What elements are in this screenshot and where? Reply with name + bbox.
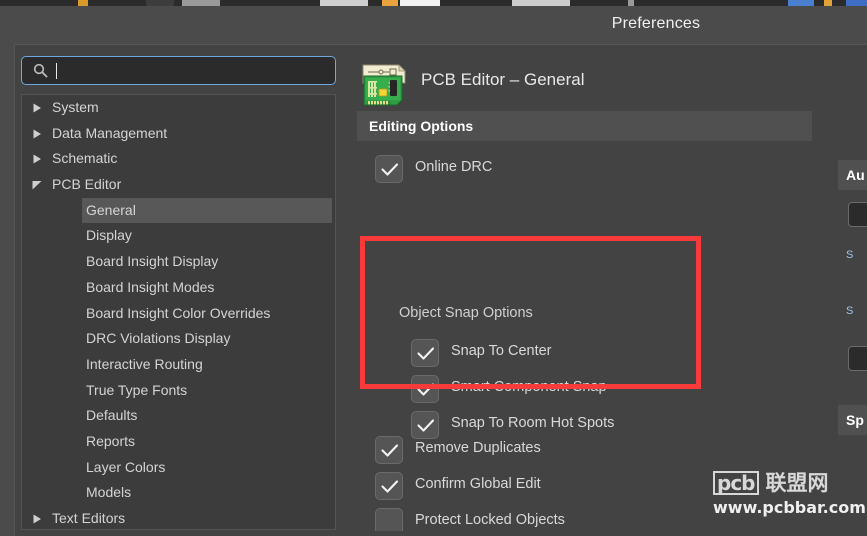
- checkbox-remove-duplicates[interactable]: [375, 436, 403, 464]
- search-input[interactable]: [55, 57, 337, 84]
- tree-item-label: PCB Editor: [52, 176, 122, 193]
- dialog-title: Preferences: [611, 15, 701, 32]
- check-icon: [381, 480, 399, 493]
- tree-item-label: Board Insight Color Overrides: [86, 304, 271, 321]
- check-icon: [381, 444, 399, 457]
- search-icon: [33, 63, 48, 78]
- tree-item-board-insight-display[interactable]: Board Insight Display: [22, 249, 335, 275]
- autopan-style-field[interactable]: [848, 202, 867, 227]
- object-snap-group-label: Object Snap Options: [399, 305, 533, 321]
- checkbox-protect-locked-objects[interactable]: [375, 508, 403, 531]
- chevron-down-icon[interactable]: [30, 172, 44, 198]
- tree-item-label: Data Management: [52, 124, 168, 141]
- page-title: PCB Editor – General: [421, 70, 585, 89]
- tree-item-label: True Type Fonts: [86, 381, 188, 398]
- tree-item-label: DRC Violations Display: [86, 330, 231, 347]
- search-box[interactable]: [21, 56, 337, 85]
- tree-item-label: Reports: [86, 432, 136, 449]
- tree-item-schematic[interactable]: Schematic: [22, 146, 335, 172]
- check-icon: [417, 383, 435, 396]
- option-label: Confirm Global Edit: [415, 476, 541, 492]
- tree-item-label: General: [86, 201, 136, 218]
- autopan-speed-field[interactable]: [848, 346, 867, 371]
- preferences-dialog: Preferences System Data Management Schemat…: [0, 0, 867, 536]
- option-label: Snap To Room Hot Spots: [451, 415, 615, 431]
- content-pane: PCB Editor – General Editing Options Onl…: [353, 56, 863, 531]
- tree-item-data-management[interactable]: Data Management: [22, 121, 335, 147]
- option-label: Online DRC: [415, 159, 493, 175]
- chevron-right-icon[interactable]: [30, 506, 44, 529]
- pcb-board-icon: [359, 63, 409, 108]
- tree-item-defaults[interactable]: Defaults: [22, 403, 335, 429]
- tree-item-label: Board Insight Modes: [86, 278, 215, 295]
- chevron-right-icon[interactable]: [30, 95, 44, 121]
- option-label: Smart Component Snap: [451, 379, 607, 395]
- checkbox-snap-to-room-hot-spots[interactable]: [411, 411, 439, 439]
- tree-item-system[interactable]: System: [22, 95, 335, 121]
- checkbox-confirm-global-edit[interactable]: [375, 472, 403, 500]
- page-header: PCB Editor – General: [359, 59, 839, 111]
- tree-item-text-editors[interactable]: Text Editors: [22, 506, 335, 529]
- tree-item-pcb-editor[interactable]: PCB Editor: [22, 172, 335, 198]
- checkbox-snap-to-center[interactable]: [411, 339, 439, 367]
- autopan-options-header: Au: [838, 160, 867, 190]
- checkbox-smart-component-snap[interactable]: [411, 375, 439, 403]
- navigation-column: System Data Management Schematic PCB Editor…: [21, 56, 344, 531]
- tree-item-label: Models: [86, 484, 132, 501]
- tree-item-label: Layer Colors: [86, 458, 166, 475]
- tree-item-board-insight-modes[interactable]: Board Insight Modes: [22, 275, 335, 301]
- tree-item-display[interactable]: Display: [22, 223, 335, 249]
- tree-item-interactive-routing[interactable]: Interactive Routing: [22, 352, 335, 378]
- editing-options-header: Editing Options: [357, 111, 812, 141]
- tree-item-label: Text Editors: [52, 510, 126, 526]
- tree-item-drc-violations-display[interactable]: DRC Violations Display: [22, 326, 335, 352]
- tree-item-label: Board Insight Display: [86, 253, 219, 270]
- tree-item-label: Schematic: [52, 150, 118, 167]
- chevron-right-icon[interactable]: [30, 146, 44, 172]
- tree-item-general[interactable]: General: [82, 197, 332, 224]
- tree-item-label: Display: [86, 227, 132, 244]
- tree-item-label: System: [52, 99, 99, 115]
- tree-item-label: Defaults: [86, 407, 138, 424]
- check-icon: [417, 347, 435, 360]
- dialog-titlebar: Preferences: [0, 6, 867, 44]
- check-icon: [381, 163, 399, 176]
- check-icon: [417, 419, 435, 432]
- tree-item-models[interactable]: Models: [22, 480, 335, 506]
- dialog-body: System Data Management Schematic PCB Editor…: [14, 44, 867, 536]
- option-label: Protect Locked Objects: [415, 512, 565, 528]
- space-navigator-header: Sp: [838, 405, 867, 435]
- checkbox-online-drc[interactable]: [375, 155, 403, 183]
- autopan-text-2: S: [846, 305, 854, 317]
- tree-item-true-type-fonts[interactable]: True Type Fonts: [22, 378, 335, 404]
- tree-item-reports[interactable]: Reports: [22, 429, 335, 455]
- chevron-right-icon[interactable]: [30, 121, 44, 147]
- option-label: Remove Duplicates: [415, 440, 541, 456]
- tree-item-label: Interactive Routing: [86, 355, 203, 372]
- tree-item-board-insight-color-overrides[interactable]: Board Insight Color Overrides: [22, 301, 335, 327]
- option-label: Snap To Center: [451, 343, 552, 359]
- tree-item-layer-colors[interactable]: Layer Colors: [22, 455, 335, 481]
- preferences-tree[interactable]: System Data Management Schematic PCB Editor…: [21, 94, 336, 530]
- right-options-panel: Au S S Sp: [838, 160, 867, 450]
- autopan-text-1: S: [846, 249, 854, 261]
